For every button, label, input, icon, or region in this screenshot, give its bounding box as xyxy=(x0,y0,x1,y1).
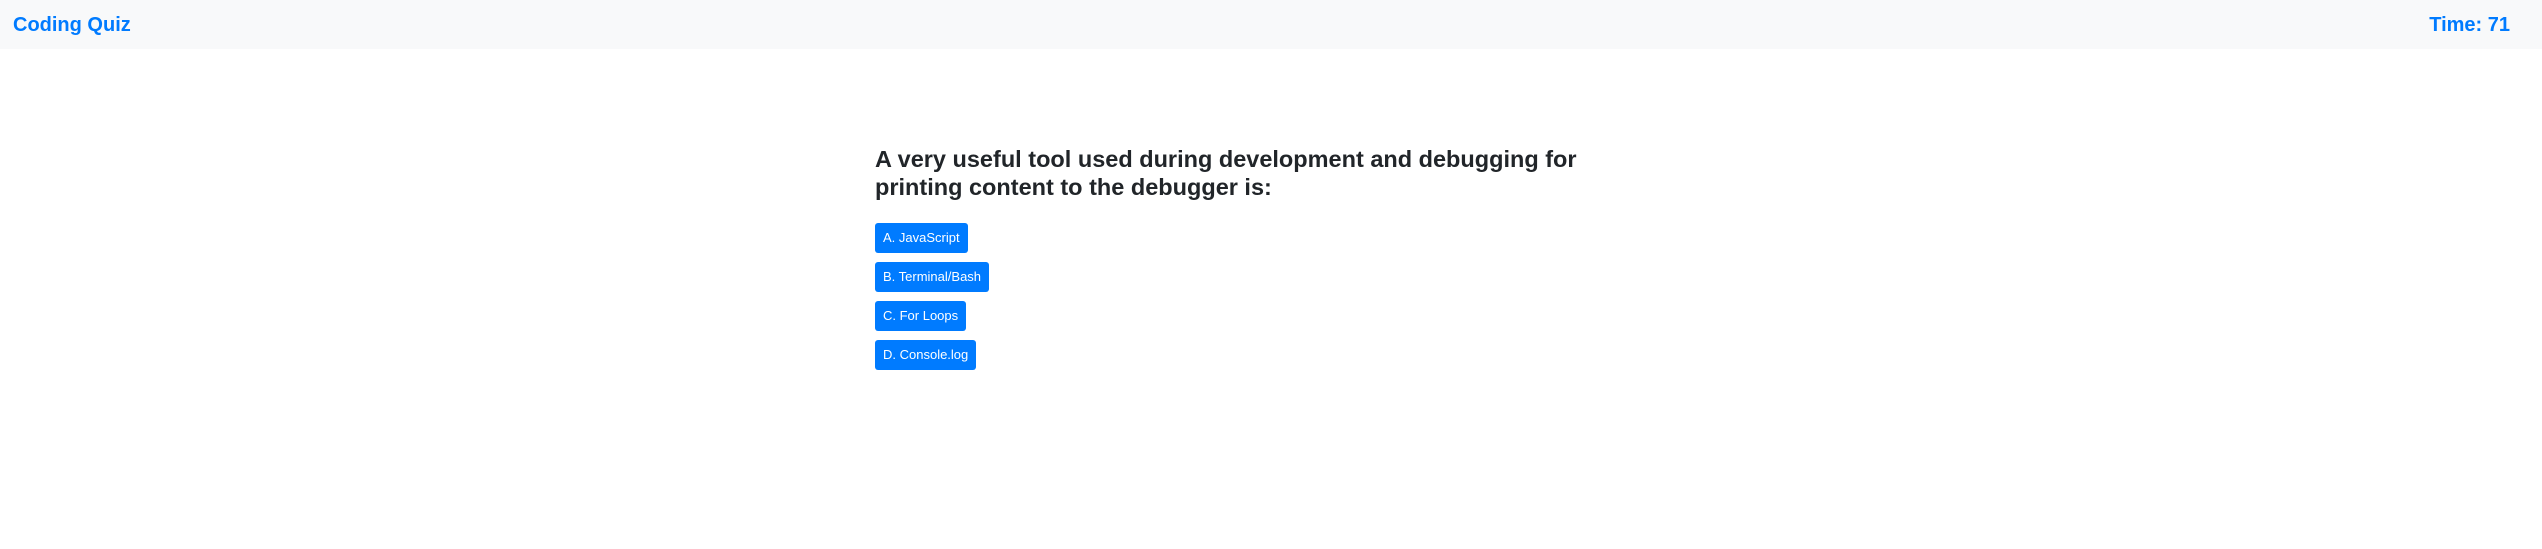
answer-choices: A. JavaScript B. Terminal/Bash C. For Lo… xyxy=(875,223,1635,370)
answer-button-b[interactable]: B. Terminal/Bash xyxy=(875,262,990,292)
navbar: Coding Quiz Time: 71 xyxy=(0,0,2542,49)
quiz-container: A very useful tool used during developme… xyxy=(875,145,1635,370)
answer-button-d[interactable]: D. Console.log xyxy=(875,340,977,370)
answer-button-a[interactable]: A. JavaScript xyxy=(875,223,968,253)
question-text: A very useful tool used during developme… xyxy=(875,146,1577,200)
timer-display: Time: 71 xyxy=(2429,13,2510,36)
brand-link[interactable]: Coding Quiz xyxy=(13,15,131,35)
answer-button-c[interactable]: C. For Loops xyxy=(875,301,967,331)
